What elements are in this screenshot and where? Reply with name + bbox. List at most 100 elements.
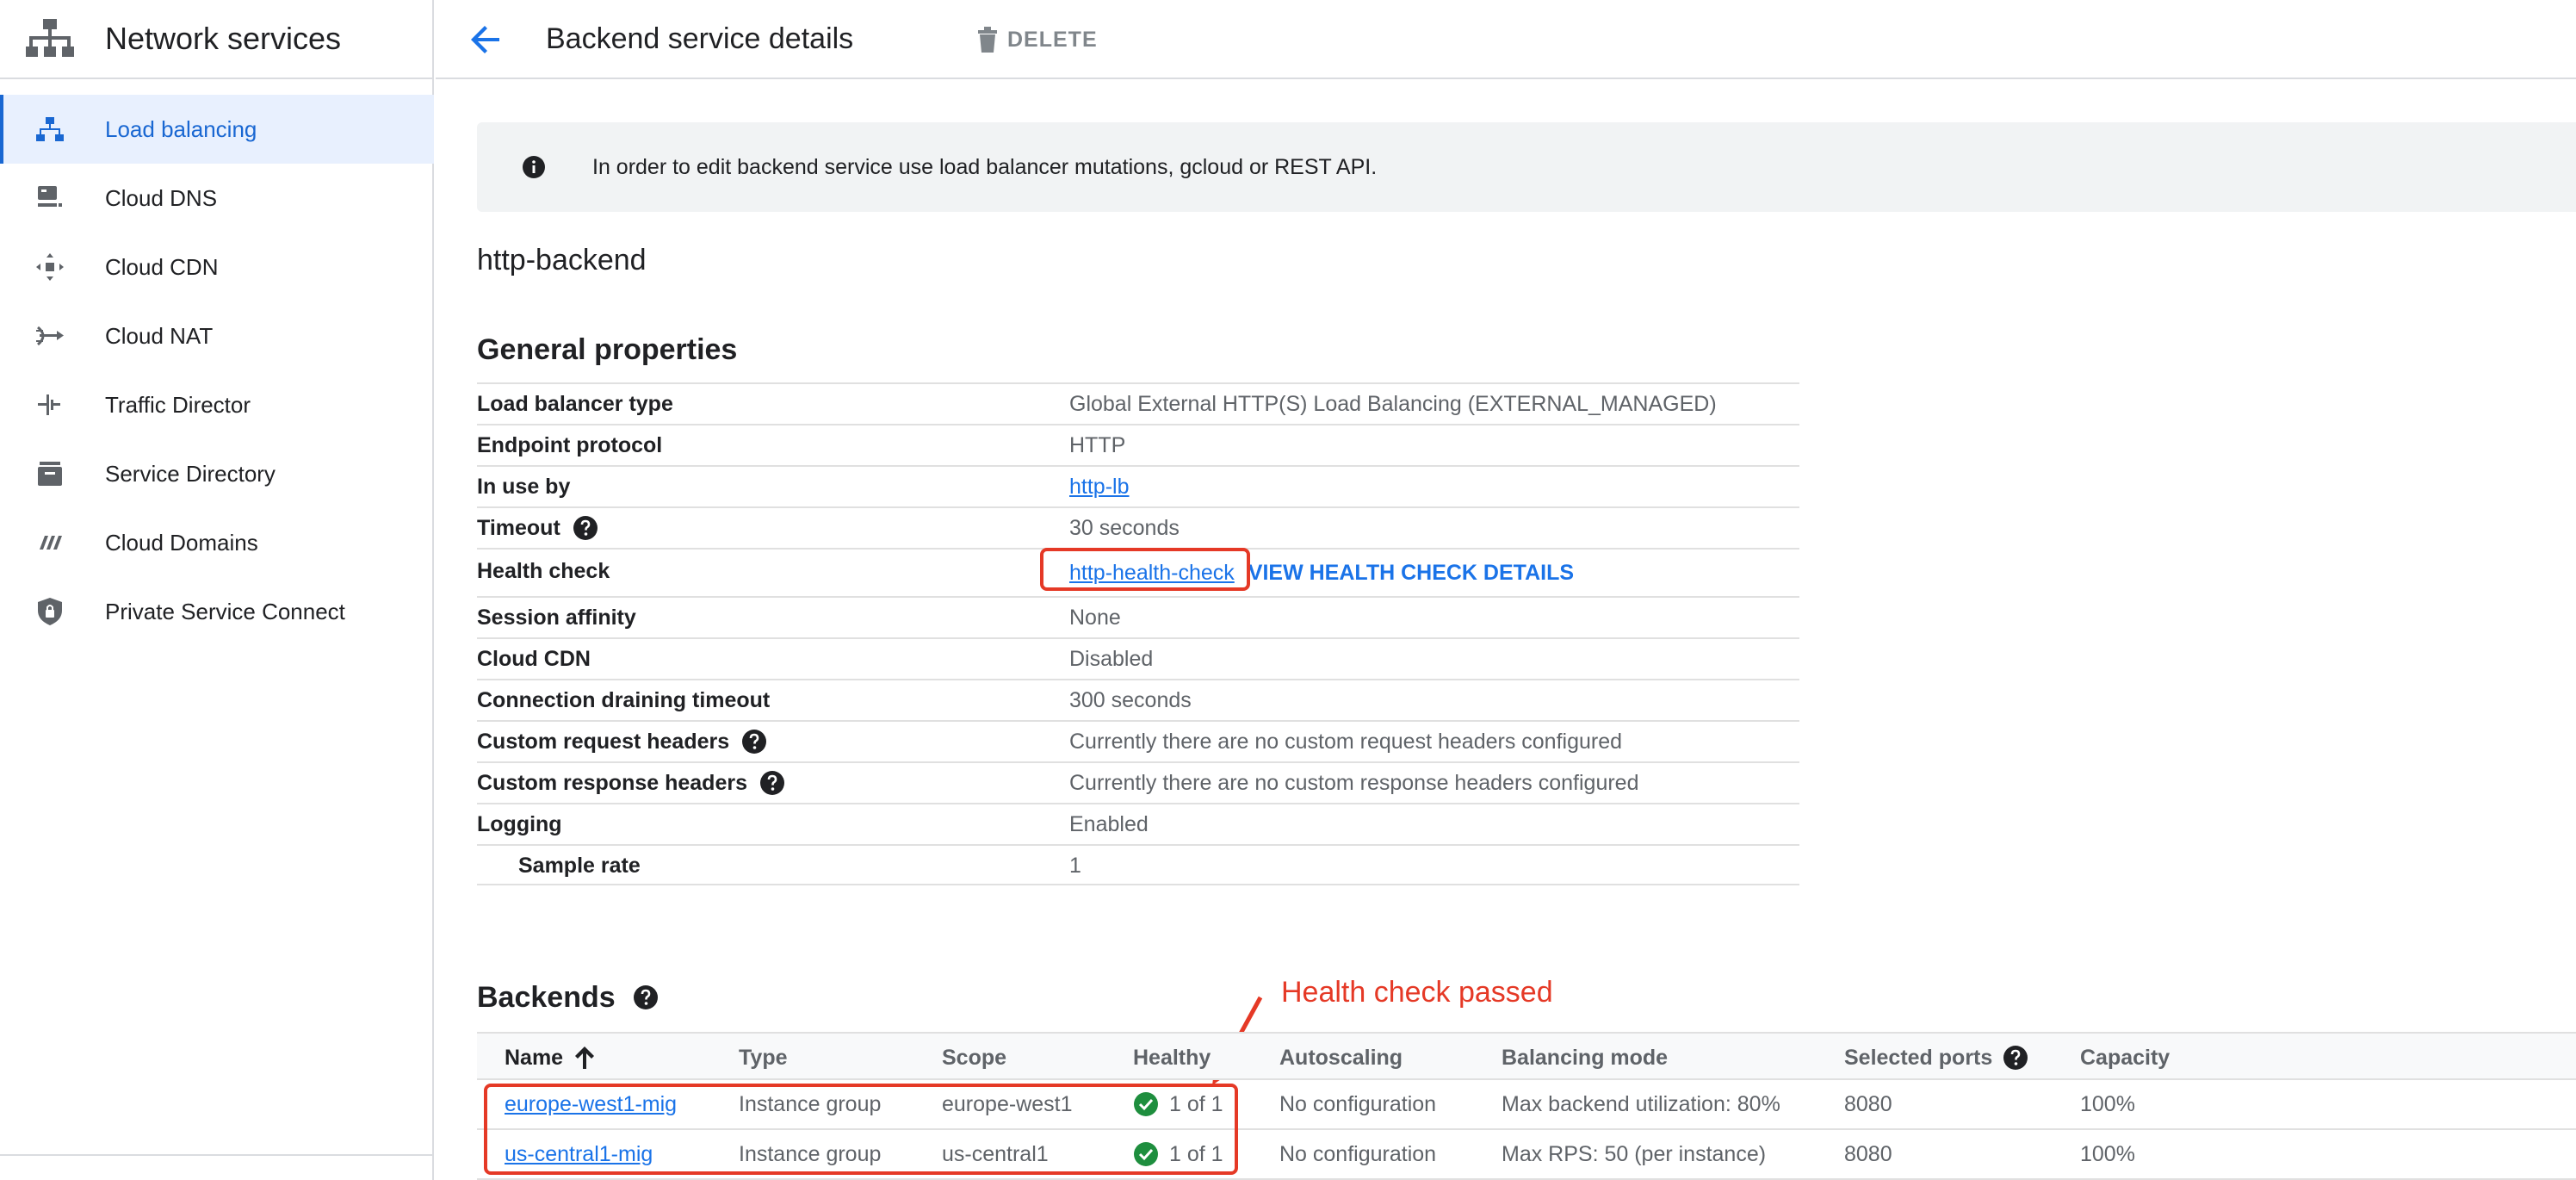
backends-heading: Backends	[477, 981, 616, 1014]
sidebar-title: Network services	[105, 21, 342, 56]
health-check-highlight-box	[1040, 548, 1250, 591]
table-header-row: Name Type Scope Healthy Autoscaling Bala…	[477, 1032, 2576, 1080]
info-text: In order to edit backend service use loa…	[592, 155, 1378, 179]
backend-balancing-mode: Max RPS: 50 (per instance)	[1502, 1142, 1767, 1166]
cloud-domains-icon	[40, 536, 62, 550]
property-row: In use by http-lb	[477, 465, 1799, 506]
service-name: http-backend	[477, 244, 647, 276]
property-key-wrap: Timeout	[477, 513, 598, 543]
property-row: Load balancer type Global External HTTP(…	[477, 382, 1799, 424]
column-header-balancing-mode: Balancing mode	[1502, 1046, 1669, 1070]
delete-button[interactable]: DELETE	[976, 22, 1098, 57]
property-key: Sample rate	[518, 854, 641, 878]
top-bar: Backend service details DELETE	[436, 0, 2576, 79]
service-directory-icon	[38, 462, 62, 486]
column-header-label: Selected ports	[1844, 1046, 1993, 1070]
property-row: Timeout 30 seconds	[477, 506, 1799, 548]
help-icon[interactable]	[759, 770, 785, 796]
property-key: Endpoint protocol	[477, 433, 663, 457]
in-use-by-link[interactable]: http-lb	[1069, 472, 1129, 501]
property-key: Session affinity	[477, 606, 636, 630]
sidebar-item-cloud-cdn[interactable]: Cloud CDN	[0, 233, 434, 301]
sidebar-item-label: Cloud Domains	[105, 530, 258, 556]
private-service-connect-icon	[38, 598, 62, 625]
backend-capacity: 100%	[2080, 1142, 2135, 1166]
backend-balancing-mode: Max backend utilization: 80%	[1502, 1092, 1780, 1116]
sidebar-item-private-service-connect[interactable]: Private Service Connect	[0, 577, 434, 646]
sidebar-item-label: Cloud DNS	[105, 185, 218, 211]
property-value: Enabled	[1069, 812, 1149, 836]
property-key: Health check	[477, 559, 610, 583]
info-banner: In order to edit backend service use loa…	[477, 122, 2576, 212]
cloud-dns-icon	[38, 186, 62, 207]
property-key: Custom response headers	[477, 771, 747, 795]
sidebar-item-traffic-director[interactable]: Traffic Director	[0, 370, 434, 439]
property-row: Endpoint protocol HTTP	[477, 424, 1799, 465]
info-icon	[523, 156, 545, 178]
sidebar-header: Network services	[0, 0, 434, 79]
column-header-autoscaling: Autoscaling	[1279, 1046, 1403, 1070]
back-arrow-icon[interactable]	[465, 19, 506, 60]
property-key-wrap: Custom response headers	[477, 768, 785, 798]
sidebar-item-label: Service Directory	[105, 461, 276, 487]
property-key: Connection draining timeout	[477, 688, 771, 712]
property-value: Currently there are no custom request he…	[1069, 730, 1623, 754]
sidebar-item-label: Private Service Connect	[105, 599, 345, 624]
sidebar-item-load-balancing[interactable]: Load balancing	[0, 95, 434, 164]
sidebar-item-cloud-domains[interactable]: Cloud Domains	[0, 508, 434, 577]
sort-ascending-icon	[575, 1046, 595, 1069]
delete-label: DELETE	[1007, 27, 1098, 52]
annotation-label: Health check passed	[1281, 976, 1553, 1009]
sidebar-item-cloud-dns[interactable]: Cloud DNS	[0, 164, 434, 233]
property-value: Disabled	[1069, 647, 1154, 671]
column-header-label: Name	[505, 1046, 564, 1070]
backend-selected-ports: 8080	[1844, 1092, 1892, 1116]
properties-table: Load balancer type Global External HTTP(…	[477, 382, 1799, 885]
help-icon[interactable]	[573, 515, 598, 541]
sidebar-item-service-directory[interactable]: Service Directory	[0, 439, 434, 508]
sidebar-item-label: Cloud NAT	[105, 323, 214, 349]
sidebar-item-label: Traffic Director	[105, 392, 251, 418]
page-title: Backend service details	[546, 22, 854, 55]
property-value: 1	[1069, 854, 1081, 878]
property-row: Custom request headers Currently there a…	[477, 720, 1799, 761]
view-health-check-details-button[interactable]: VIEW HEALTH CHECK DETAILS	[1248, 558, 1574, 587]
backend-capacity: 100%	[2080, 1092, 2135, 1116]
column-header-scope: Scope	[942, 1046, 1007, 1070]
property-row: Connection draining timeout 300 seconds	[477, 679, 1799, 720]
sidebar-divider	[0, 1154, 434, 1156]
backend-autoscaling: No configuration	[1279, 1092, 1437, 1116]
network-services-icon	[26, 19, 74, 57]
property-value: Currently there are no custom response h…	[1069, 771, 1639, 795]
sidebar-item-label: Load balancing	[105, 116, 257, 142]
property-key: In use by	[477, 475, 571, 499]
sidebar: Network services Load balancing Cloud DN…	[0, 0, 434, 1180]
property-key: Load balancer type	[477, 392, 673, 416]
property-key-wrap: Custom request headers	[477, 727, 767, 756]
backend-selected-ports: 8080	[1844, 1142, 1892, 1166]
help-icon[interactable]	[2003, 1045, 2028, 1071]
traffic-director-icon	[38, 394, 60, 415]
cloud-nat-icon	[36, 326, 64, 346]
property-value: HTTP	[1069, 433, 1126, 457]
sidebar-item-cloud-nat[interactable]: Cloud NAT	[0, 301, 434, 370]
property-value-wrap: http-lb	[1069, 472, 1129, 501]
healthy-rows-highlight-box	[484, 1084, 1238, 1175]
property-row: Logging Enabled	[477, 803, 1799, 844]
property-key: Cloud CDN	[477, 647, 591, 671]
help-icon[interactable]	[633, 984, 659, 1010]
column-header-healthy: Healthy	[1133, 1046, 1211, 1070]
general-properties-heading: General properties	[477, 333, 738, 366]
property-row: Custom response headers Currently there …	[477, 761, 1799, 803]
column-header-name[interactable]: Name	[505, 1042, 596, 1073]
column-header-capacity: Capacity	[2080, 1046, 2170, 1070]
property-key: Custom request headers	[477, 730, 730, 754]
load-balancing-icon	[36, 117, 64, 141]
property-value: 300 seconds	[1069, 688, 1192, 712]
sidebar-item-label: Cloud CDN	[105, 254, 219, 280]
property-row: Sample rate 1	[477, 844, 1799, 885]
column-header-selected-ports: Selected ports	[1844, 1042, 2028, 1073]
help-icon[interactable]	[741, 729, 767, 755]
property-row: Session affinity None	[477, 596, 1799, 637]
property-key: Timeout	[477, 516, 560, 540]
